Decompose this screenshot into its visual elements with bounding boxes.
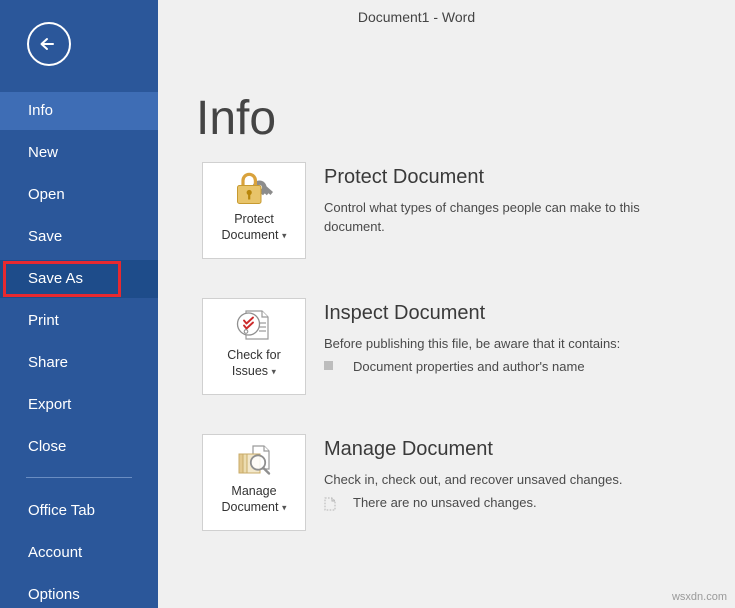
protect-document-button[interactable]: Protect Document ▾	[202, 162, 306, 259]
word-backstage-view: Info New Open Save Save As Print Share E…	[0, 0, 735, 608]
sidebar-item-label: Options	[28, 586, 80, 603]
sidebar-item-info[interactable]: Info	[0, 92, 158, 130]
sidebar-item-label: New	[28, 144, 59, 161]
document-checkmark-icon	[203, 299, 305, 345]
back-arrow-icon[interactable]	[27, 22, 71, 66]
check-for-issues-button-label: Check for Issues ▾	[203, 345, 305, 380]
btn-line2: Document	[221, 228, 279, 242]
section-title: Manage Document	[324, 438, 493, 460]
sidebar-item-options[interactable]: Options	[0, 576, 158, 608]
sidebar-item-open[interactable]: Open	[0, 176, 158, 214]
sidebar-item-export[interactable]: Export	[0, 386, 158, 424]
sidebar-item-save-as[interactable]: Save As	[0, 260, 158, 298]
check-for-issues-button[interactable]: Check for Issues ▾	[202, 298, 306, 395]
chevron-down-icon[interactable]: ▾	[282, 231, 287, 241]
gray-square-bullet-icon	[324, 358, 342, 370]
sidebar-item-label: Save	[28, 228, 63, 245]
sidebar-item-print[interactable]: Print	[0, 302, 158, 340]
manage-document-button-label: Manage Document ▾	[203, 481, 305, 516]
protect-document-button-label: Protect Document ▾	[203, 209, 305, 244]
detail-text: There are no unsaved changes.	[353, 495, 537, 510]
sidebar-item-save[interactable]: Save	[0, 218, 158, 256]
chevron-down-icon[interactable]: ▾	[282, 503, 287, 513]
inspect-document-body: Inspect Document Before publishing this …	[324, 300, 724, 376]
btn-line2: Document	[221, 500, 279, 514]
section-title: Inspect Document	[324, 302, 486, 324]
sidebar-divider	[26, 477, 132, 478]
backstage-sidebar: Info New Open Save Save As Print Share E…	[0, 0, 158, 608]
btn-line1: Protect	[234, 212, 274, 226]
sidebar-item-close[interactable]: Close	[0, 428, 158, 466]
sidebar-item-office-tab[interactable]: Office Tab	[0, 492, 158, 530]
chevron-down-icon[interactable]: ▾	[272, 367, 277, 377]
sidebar-item-label: Info	[28, 102, 54, 119]
watermark: wsxdn.com	[671, 591, 727, 603]
sidebar-item-label: Office Tab	[28, 502, 95, 519]
detail-item: There are no unsaved changes.	[324, 494, 724, 512]
section-title: Protect Document	[324, 166, 485, 188]
sidebar-item-new[interactable]: New	[0, 134, 158, 172]
sidebar-item-label: Print	[28, 312, 59, 329]
sidebar-item-label: Account	[28, 544, 83, 561]
document-title: Document1 - Word	[357, 9, 476, 25]
btn-line1: Manage	[231, 484, 277, 498]
sidebar-item-label: Open	[28, 186, 65, 203]
dashed-page-icon	[324, 494, 342, 511]
sidebar-item-label: Share	[28, 354, 69, 371]
section-description: Check in, check out, and recover unsaved…	[324, 472, 623, 487]
sidebar-item-label: Export	[28, 396, 72, 413]
btn-line2: Issues	[231, 364, 269, 378]
section-description: Control what types of changes people can…	[324, 200, 640, 234]
sidebar-item-label: Close	[28, 438, 67, 455]
detail-text: Document properties and author's name	[353, 359, 585, 374]
manage-document-button[interactable]: Manage Document ▾	[202, 434, 306, 531]
sidebar-item-label: Save As	[28, 270, 84, 287]
info-pane: Info Protect Document ▾ Protect Document…	[158, 36, 735, 608]
title-bar: Document1 - Word	[158, 0, 735, 36]
btn-line1: Check for	[227, 348, 281, 362]
detail-item: Document properties and author's name	[324, 358, 724, 376]
documents-magnifier-icon	[203, 435, 305, 481]
page-title: Info	[196, 92, 277, 145]
sidebar-item-account[interactable]: Account	[0, 534, 158, 572]
sidebar-item-share[interactable]: Share	[0, 344, 158, 382]
section-description: Before publishing this file, be aware th…	[324, 336, 621, 351]
manage-document-body: Manage Document Check in, check out, and…	[324, 436, 724, 512]
protect-document-body: Protect Document Control what types of c…	[324, 164, 724, 236]
padlock-key-icon	[203, 163, 305, 209]
